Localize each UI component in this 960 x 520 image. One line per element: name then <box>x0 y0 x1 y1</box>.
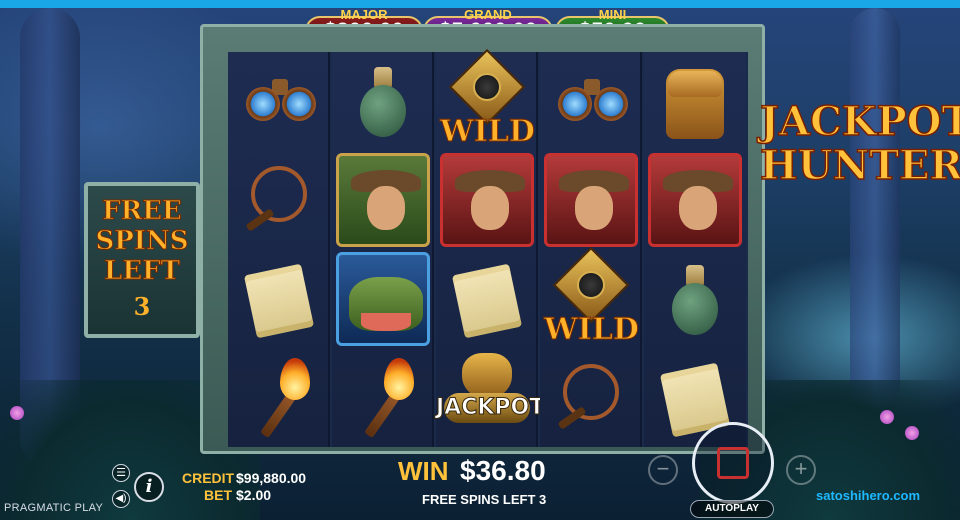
flower <box>10 406 24 420</box>
bet-decrease-button[interactable]: − <box>648 455 678 485</box>
info-button[interactable]: i <box>134 472 164 502</box>
map-icon <box>442 255 532 345</box>
symbol-whip <box>228 151 330 250</box>
wild-compass-icon: WILD <box>544 246 640 348</box>
symbol-explorer-woman <box>332 151 434 250</box>
wild-label: WILD <box>440 114 536 150</box>
explorer-man-icon <box>544 153 638 247</box>
autoplay-button[interactable]: AUTOPLAY <box>690 500 774 518</box>
symbol-explorer-man <box>644 151 746 250</box>
info-icon: i <box>145 476 153 497</box>
reel-2 <box>332 52 434 447</box>
credit-value: $99,880.00 <box>236 470 307 486</box>
symbol-explorer-man <box>436 151 538 250</box>
binoculars-icon <box>546 57 636 147</box>
jackpot-symbol-label: JACKPOT <box>436 395 545 421</box>
free-spins-title: FREE SPINS LEFT <box>95 196 189 287</box>
explorer-woman-icon <box>336 153 430 247</box>
symbol-jackpot: JACKPOT <box>436 349 545 448</box>
jackpot-panther-icon: JACKPOT <box>436 353 545 445</box>
jackpot-mini-label: MINI <box>598 7 627 22</box>
symbol-explorer-man <box>540 151 642 250</box>
spin-stop-button[interactable] <box>692 422 774 504</box>
win-label: WIN <box>398 456 449 486</box>
grenade-icon <box>650 255 740 345</box>
crocodile-icon <box>336 252 430 346</box>
torch-icon <box>234 354 324 444</box>
explorer-man-icon <box>648 153 742 247</box>
wild-compass-icon: WILD <box>440 48 536 150</box>
game-logo: JACKPOT HUNTER <box>759 98 960 189</box>
jackpot-grand-label: GRAND <box>464 7 512 22</box>
whip-icon <box>234 156 324 246</box>
win-value: $36.80 <box>460 455 546 486</box>
reel-grid: WILD JACKPOT WILD <box>228 48 748 448</box>
whip-icon <box>546 354 636 444</box>
sound-button[interactable]: ◀) <box>112 490 130 508</box>
symbol-binoculars <box>540 52 642 151</box>
free-spins-left-status: FREE SPINS LEFT 3 <box>422 492 547 507</box>
grenade-icon <box>338 57 428 147</box>
symbol-backpack <box>644 52 746 151</box>
backpack-icon <box>650 57 740 147</box>
provider-brand: PRAGMATIC PLAY <box>4 502 104 514</box>
free-spins-panel: FREE SPINS LEFT 3 <box>84 182 200 338</box>
credit-label: CREDIT <box>182 470 235 486</box>
bet-label: BET <box>204 487 232 503</box>
reel-5 <box>644 52 746 447</box>
symbol-whip <box>540 349 642 448</box>
flower <box>880 410 894 424</box>
flower <box>905 426 919 440</box>
symbol-wild: WILD <box>540 246 642 349</box>
symbol-grenade <box>332 52 434 151</box>
reel-4: WILD <box>540 52 642 447</box>
bet-value: $2.00 <box>236 487 272 503</box>
speaker-icon: ◀) <box>115 493 127 504</box>
symbol-torch <box>228 349 330 448</box>
tree-trunk-right <box>850 8 900 408</box>
stop-icon <box>717 447 749 479</box>
bet-increase-button[interactable]: + <box>786 455 816 485</box>
symbol-map <box>436 250 538 349</box>
minus-icon: − <box>656 456 670 481</box>
symbol-binoculars <box>228 52 330 151</box>
reel-3: WILD JACKPOT <box>436 48 545 448</box>
menu-button[interactable]: ☰ <box>112 464 130 482</box>
jackpot-major-label: MAJOR <box>340 7 388 22</box>
symbol-map <box>228 250 330 349</box>
free-spins-count: 3 <box>133 292 151 321</box>
reel-1 <box>228 52 330 447</box>
explorer-man-icon <box>440 153 534 247</box>
symbol-wild: WILD <box>436 48 538 151</box>
watermark: satoshihero.com <box>816 488 921 503</box>
menu-icon: ☰ <box>116 467 126 479</box>
symbol-torch <box>332 349 434 448</box>
plus-icon: + <box>794 456 808 481</box>
symbol-crocodile <box>332 250 434 349</box>
torch-icon <box>338 354 428 444</box>
binoculars-icon <box>234 57 324 147</box>
wild-label: WILD <box>544 312 640 348</box>
symbol-grenade <box>644 250 746 349</box>
map-icon <box>234 255 324 345</box>
